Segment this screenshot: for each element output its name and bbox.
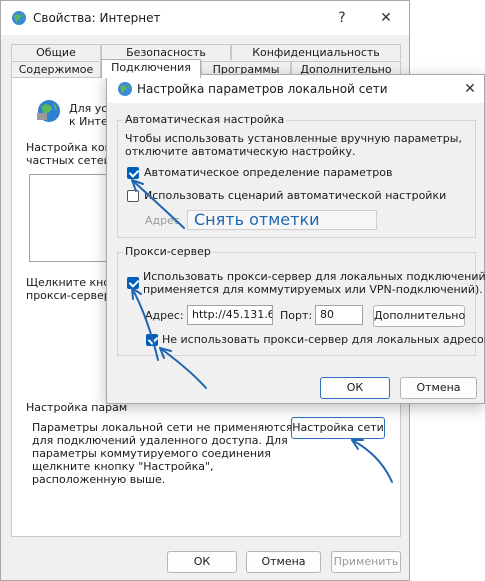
arrow-to-use-proxy: [131, 287, 159, 361]
annotation-arrows: [131, 179, 393, 483]
arrow-to-lan-button: [351, 439, 393, 483]
arrow-to-bypass-local: [159, 347, 207, 389]
arrow-to-auto-detect: [131, 179, 185, 229]
tab-connections[interactable]: Подключения: [101, 59, 201, 78]
